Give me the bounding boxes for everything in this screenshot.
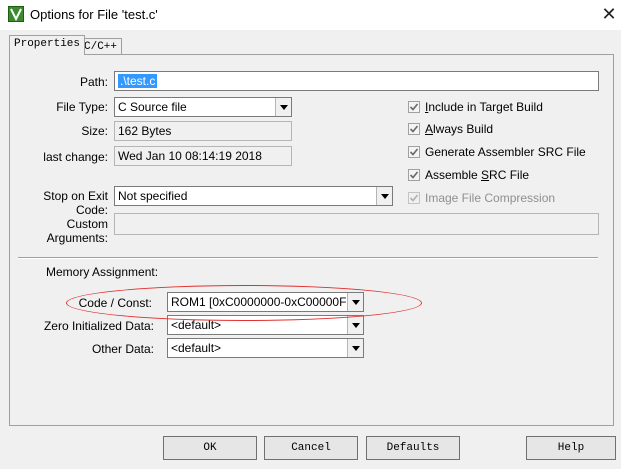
assemble-src-text-a: Assemble (425, 168, 482, 182)
last-change-label: last change: (43, 150, 108, 164)
path-field[interactable]: .\test.c (114, 71, 599, 91)
path-value: .\test.c (118, 74, 158, 88)
tab-properties[interactable]: Properties (9, 35, 86, 55)
chevron-down-icon[interactable] (275, 98, 291, 116)
window-title: Options for File 'test.c' (30, 7, 158, 22)
assemble-src-label: Assemble SRC File (425, 168, 530, 182)
annotation-ellipse (66, 285, 422, 321)
defaults-button[interactable]: Defaults (366, 436, 460, 460)
generate-asm-label: Generate Assembler SRC File (425, 145, 586, 159)
memory-heading: Memory Assignment: (46, 265, 159, 279)
zero-init-label: Zero Initialized Data: (43, 319, 154, 333)
file-type-label: File Type: (56, 100, 108, 114)
always-build-text: lways Build (433, 122, 494, 136)
stop-exit-label: Stop on Exit Code: (43, 189, 108, 217)
always-build-label: Always Build (425, 122, 494, 136)
help-button[interactable]: Help (526, 436, 616, 460)
other-data-label: Other Data: (91, 342, 154, 356)
other-data-value: <default> (171, 341, 222, 355)
title-bar: Options for File 'test.c' ✕ (0, 0, 621, 30)
generate-asm-checkbox[interactable] (408, 146, 420, 158)
stop-exit-select[interactable]: Not specified (114, 186, 393, 206)
file-type-value: C Source file (118, 100, 187, 114)
last-change-field: Wed Jan 10 08:14:19 2018 (114, 146, 292, 166)
section-divider (18, 257, 598, 259)
cancel-button[interactable]: Cancel (264, 436, 358, 460)
stop-exit-value: Not specified (118, 189, 188, 203)
keil-uvision-icon (8, 6, 24, 22)
include-in-build-text: nclude in Target Build (428, 100, 543, 114)
custom-args-label: Custom Arguments: (46, 217, 108, 245)
path-label: Path: (79, 75, 108, 89)
size-field: 162 Bytes (114, 121, 292, 141)
file-type-select[interactable]: C Source file (114, 97, 292, 117)
chevron-down-icon[interactable] (347, 339, 363, 357)
close-icon[interactable]: ✕ (597, 2, 621, 26)
custom-args-field (114, 213, 599, 235)
assemble-src-text-b: RC File (489, 168, 530, 182)
last-change-value: Wed Jan 10 08:14:19 2018 (118, 149, 262, 163)
assemble-src-checkbox[interactable] (408, 169, 420, 181)
size-value: 162 Bytes (118, 124, 172, 138)
tab-c-cpp[interactable]: C/C++ (79, 38, 123, 55)
chevron-down-icon[interactable] (376, 187, 392, 205)
include-in-build-checkbox[interactable] (408, 101, 420, 113)
size-label: Size: (81, 124, 108, 138)
include-in-build-label: Include in Target Build (425, 100, 543, 114)
always-build-checkbox[interactable] (408, 123, 420, 135)
ok-button[interactable]: OK (163, 436, 257, 460)
image-compression-label: Image File Compression (425, 191, 556, 205)
chevron-down-icon[interactable] (347, 316, 363, 334)
image-compression-checkbox (408, 192, 420, 204)
other-data-select[interactable]: <default> (167, 338, 364, 358)
